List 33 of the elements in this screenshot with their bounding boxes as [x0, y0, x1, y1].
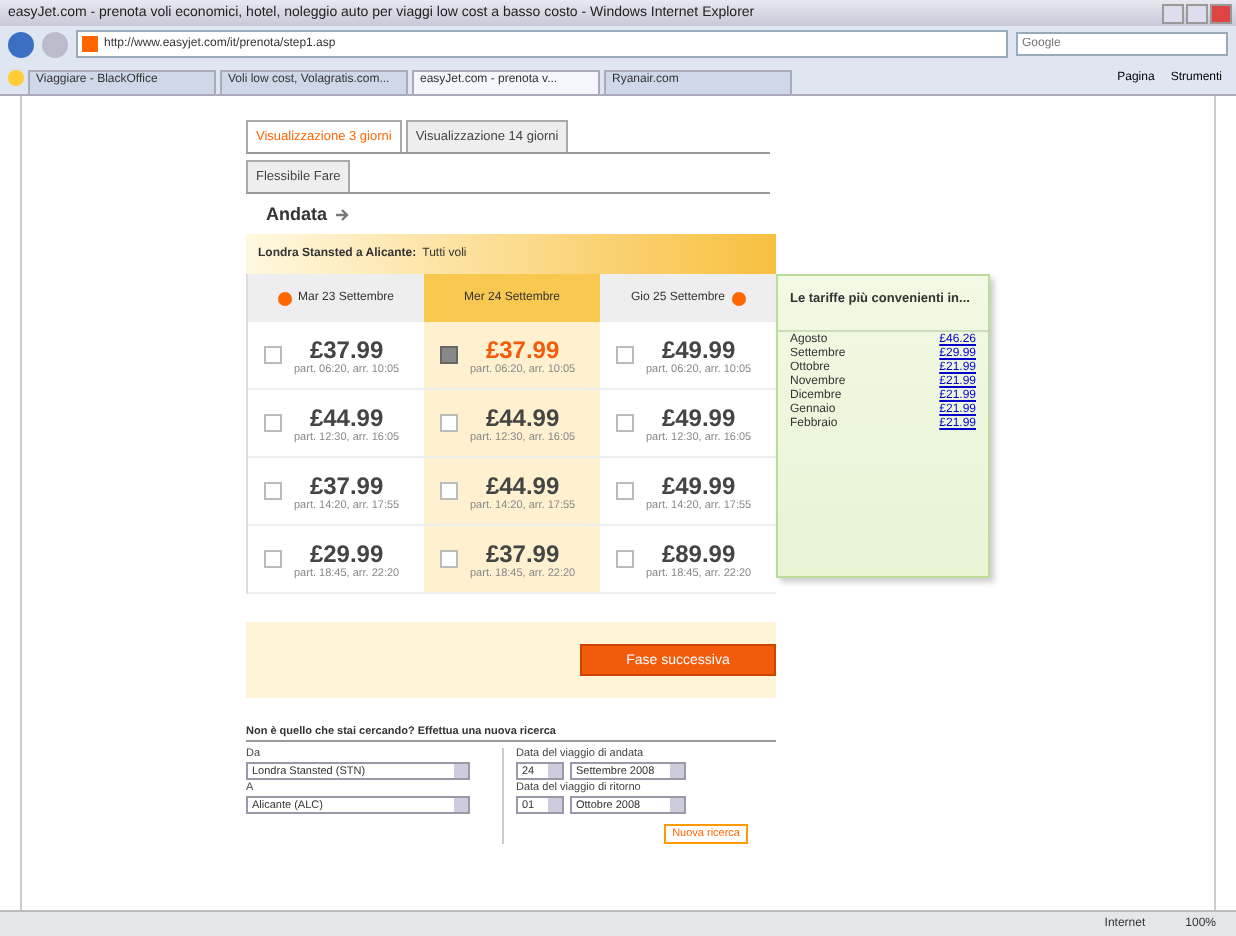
fare-price: £49.99 — [661, 403, 736, 431]
flight-checkbox[interactable] — [264, 550, 282, 568]
forward-icon[interactable] — [42, 31, 68, 57]
flight-checkbox[interactable] — [616, 414, 634, 432]
direction-heading: Andata — [266, 204, 328, 224]
back-icon[interactable] — [8, 31, 34, 57]
flight-checkbox[interactable] — [264, 346, 282, 364]
maximize-button[interactable] — [1186, 3, 1208, 23]
flight-checkbox[interactable] — [440, 550, 458, 568]
fare-price: £44.99 — [309, 403, 384, 431]
flight-checkbox[interactable] — [616, 550, 634, 568]
fare-price: £44.99 — [485, 403, 560, 431]
flight-checkbox[interactable] — [616, 482, 634, 500]
minimize-button[interactable] — [1162, 3, 1184, 23]
flight-checkbox[interactable] — [440, 346, 458, 364]
fare-price: £37.99 — [485, 335, 560, 363]
fare-price: £49.99 — [661, 471, 736, 499]
flight-checkbox[interactable] — [264, 414, 282, 432]
fare-price: £29.99 — [309, 539, 384, 567]
flight-checkbox[interactable] — [440, 414, 458, 432]
fare-price: £37.99 — [309, 471, 384, 499]
next-icon[interactable] — [731, 291, 746, 305]
arrow-icon — [335, 207, 350, 221]
fare-price: £44.99 — [485, 471, 560, 499]
fare-price: £49.99 — [661, 335, 736, 363]
fare-price: £37.99 — [485, 539, 560, 567]
close-button[interactable] — [1210, 3, 1232, 23]
previous-icon[interactable] — [277, 291, 292, 305]
fare-price: £89.99 — [661, 539, 736, 567]
flight-checkbox[interactable] — [264, 482, 282, 500]
flight-checkbox[interactable] — [616, 346, 634, 364]
fare-price: £37.99 — [309, 335, 384, 363]
flight-checkbox[interactable] — [440, 482, 458, 500]
